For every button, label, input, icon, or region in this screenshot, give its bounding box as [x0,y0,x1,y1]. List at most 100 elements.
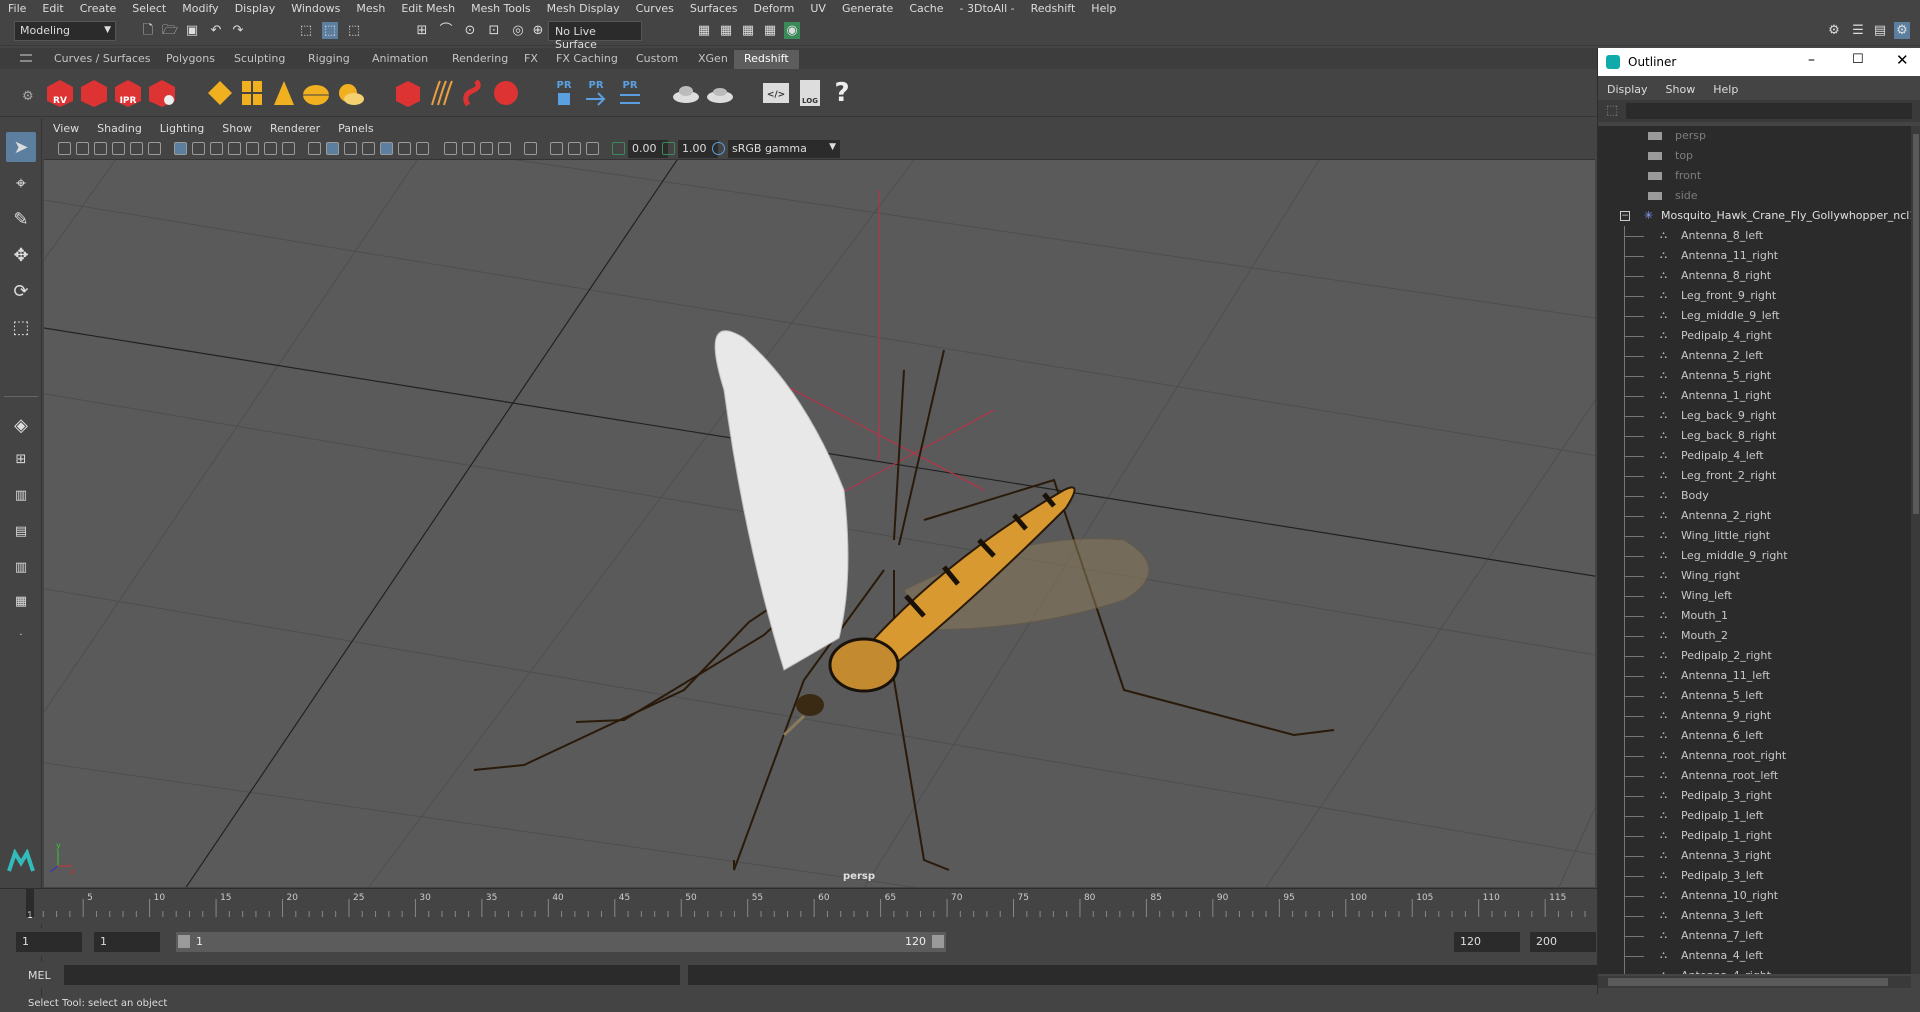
outliner-titlebar[interactable]: Outliner – ☐ ✕ [1598,48,1920,76]
sphere-material-icon[interactable] [490,77,522,109]
textured-icon[interactable] [380,142,393,155]
range-end-handle[interactable] [932,935,944,948]
shadows-icon[interactable] [416,142,429,155]
new-scene-icon[interactable]: 🗋 [140,22,156,39]
panel-menu-item[interactable]: Shading [88,122,151,135]
grid-light-icon[interactable] [236,77,268,109]
shelf-gear-icon[interactable]: ⚙ [22,89,34,104]
shelf-tab[interactable]: Rendering [442,50,518,69]
hypershade-icon[interactable]: ◉ [784,22,800,39]
grease-pencil-icon[interactable] [148,142,161,155]
log-icon[interactable]: LOG [794,77,826,109]
screen-space-ao-icon[interactable] [444,142,457,155]
render-settings-gear-icon[interactable] [146,77,178,109]
camera-select-icon[interactable] [58,142,71,155]
outliner-item-row[interactable]: ⛬ Leg_middle_9_left [1598,306,1911,326]
pr-swap-icon[interactable]: PR [614,77,646,109]
render-view-rv-icon[interactable]: RV [44,77,76,109]
three-pane-layout-icon[interactable]: ▥ [6,552,36,582]
pr-export-icon[interactable]: PR [580,77,612,109]
film-gate-icon[interactable] [192,142,205,155]
color-space-select[interactable]: sRGB gamma ▼ [728,140,840,158]
wireframe-on-shaded-icon[interactable] [362,142,375,155]
color-management-icon[interactable] [712,142,725,155]
select-tool-icon[interactable]: ➤ [6,132,36,162]
outliner-item-row[interactable]: ⛬ Pedipalp_4_right [1598,326,1911,346]
make-live-icon[interactable]: ⊕ [530,22,546,39]
grid-toggle-icon[interactable] [174,142,187,155]
outliner-item-row[interactable]: ⛬ Antenna_9_right [1598,706,1911,726]
shelf-tab[interactable]: Animation [362,50,438,69]
menu-item[interactable]: Windows [283,2,348,15]
live-surface-field[interactable]: No Live Surface [548,21,642,51]
menu-item[interactable]: Create [72,2,125,15]
menu-item[interactable]: Edit [34,2,71,15]
outliner-item-row[interactable]: ⛬ Pedipalp_1_right [1598,826,1911,846]
sun-sky-icon[interactable] [334,77,366,109]
menu-item[interactable]: Edit Mesh [393,2,463,15]
select-hierarchy-icon[interactable]: ⬚ [298,22,314,39]
stacked-layout-icon[interactable]: ▤ [6,516,36,546]
shelf-menu-icon[interactable] [20,54,32,62]
select-component-icon[interactable]: ⬚ [346,22,362,39]
menu-item[interactable]: Mesh [348,2,393,15]
dome-light-icon[interactable] [300,77,332,109]
xray-components-icon[interactable] [586,142,599,155]
menu-item[interactable]: Help [1083,2,1124,15]
menu-item[interactable]: File [0,2,34,15]
menu-item[interactable]: Redshift [1023,2,1084,15]
outliner-item-row[interactable]: ⛬ Antenna_6_left [1598,726,1911,746]
shelf-tab[interactable]: Polygons [156,50,225,69]
command-input[interactable] [64,965,680,985]
attribute-editor-icon[interactable]: ▤ [1872,22,1888,39]
range-slider-bar[interactable]: 1 120 [176,932,946,952]
outliner-item-row[interactable]: ⛬ Leg_front_2_right [1598,466,1911,486]
ipr-render-icon[interactable]: ▦ [740,22,756,39]
outliner-item-row[interactable]: ⛬ Antenna_3_right [1598,846,1911,866]
outliner-menu-item[interactable]: Show [1657,83,1705,96]
panel-menu-item[interactable]: Lighting [151,122,213,135]
snap-point-icon[interactable]: ⊙ [462,22,478,39]
outliner-item-row[interactable]: ⛬ Antenna_7_left [1598,926,1911,946]
outliner-item-row[interactable]: ⛬ Pedipalp_1_left [1598,806,1911,826]
menu-item[interactable]: Deform [745,2,802,15]
resolution-gate-icon[interactable] [210,142,223,155]
outliner-item-row[interactable]: ⛬ Leg_middle_9_right [1598,546,1911,566]
outliner-item-row[interactable]: ⛬ Antenna_5_left [1598,686,1911,706]
playback-end-field[interactable]: 120 [1454,932,1520,952]
outliner-item-row[interactable]: ⛬ Leg_front_9_right [1598,286,1911,306]
outliner-item-row[interactable]: ⛬ Mouth_1 [1598,606,1911,626]
render-view-icon[interactable]: ▦ [762,22,778,39]
wireframe-icon[interactable] [308,142,321,155]
outliner-item-row[interactable]: ⛬ Wing_right [1598,566,1911,586]
paint-select-icon[interactable]: ✎ [6,204,36,234]
outliner-item-row[interactable]: ⛬ Body [1598,486,1911,506]
outliner-item-row[interactable]: ⛬ Pedipalp_4_left [1598,446,1911,466]
menu-item[interactable]: Cache [901,2,951,15]
shelf-tab[interactable]: XGen [688,50,738,69]
outliner-horizontal-scrollbar[interactable] [1598,976,1911,988]
outliner-item-row[interactable]: ⛬ Leg_back_9_right [1598,406,1911,426]
outliner-item-row[interactable]: ⛬ Antenna_4_right [1598,966,1911,974]
menu-item[interactable]: Curves [628,2,682,15]
move-tool-icon[interactable]: ✥ [6,240,36,270]
proxy-icon[interactable] [392,77,424,109]
shelf-tab[interactable]: Custom [626,50,688,69]
safe-action-icon[interactable] [264,142,277,155]
panel-menu-item[interactable]: Panels [329,122,382,135]
outliner-item-row[interactable]: ⛬ Antenna_10_right [1598,886,1911,906]
outliner-item-row[interactable]: ⛬ Wing_left [1598,586,1911,606]
bookmark-icon[interactable] [94,142,107,155]
menu-item[interactable]: Mesh Display [539,2,628,15]
outliner-item-row[interactable]: ⛬ Antenna_1_right [1598,386,1911,406]
outliner-item-row[interactable]: ⛬ Antenna_11_left [1598,666,1911,686]
panel-menu-item[interactable]: View [44,122,88,135]
panel-menu-item[interactable]: Renderer [261,122,329,135]
start-time-field[interactable]: 1 [16,932,82,952]
xray-icon[interactable] [550,142,563,155]
gate-mask-icon[interactable] [228,142,241,155]
workspace-icon[interactable]: ⚙ [1826,22,1842,39]
end-time-field[interactable]: 200 [1530,932,1596,952]
snap-view-icon[interactable]: ⊡ [486,22,502,39]
time-slider[interactable]: 1 51015202530354045505560657075808590951… [0,888,1598,924]
